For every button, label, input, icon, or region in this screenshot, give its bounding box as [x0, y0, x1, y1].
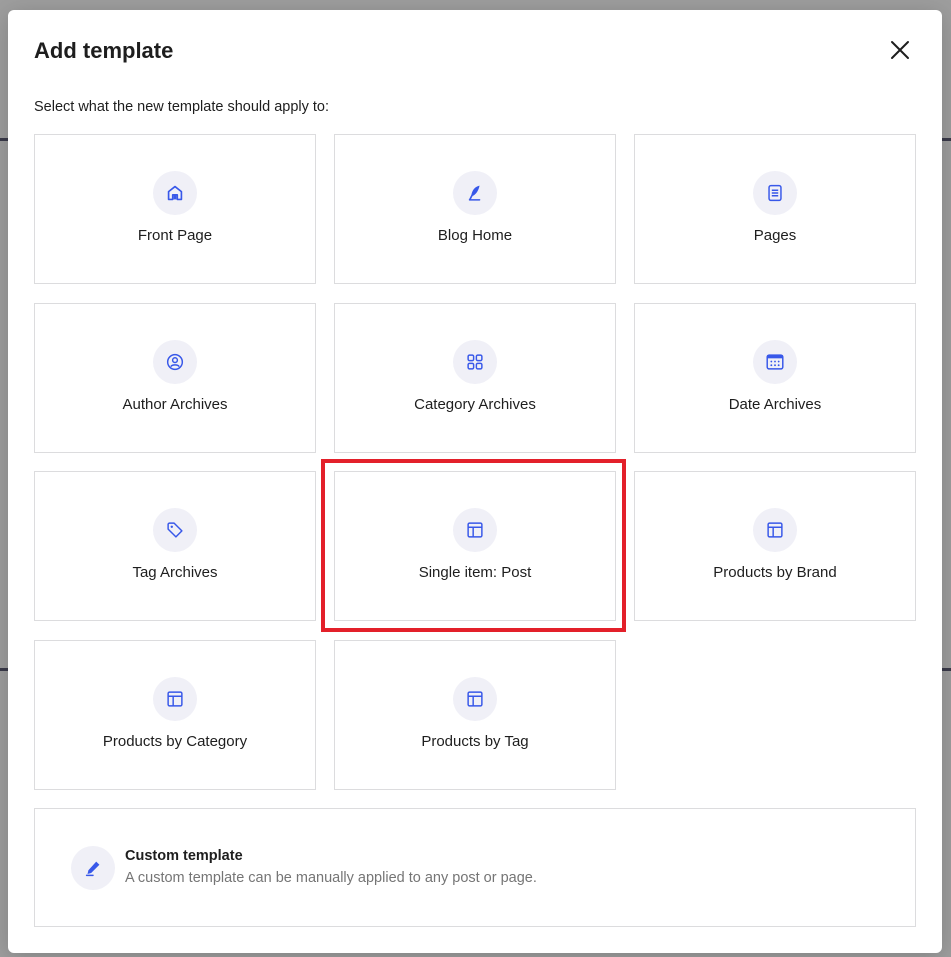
user-circle-icon — [166, 353, 184, 370]
icon-wrapper — [153, 339, 197, 384]
template-card-label: Tag Archives — [132, 564, 218, 581]
custom-template-description: A custom template can be manually applie… — [125, 870, 537, 886]
layout-icon — [467, 522, 483, 538]
icon-wrapper — [453, 508, 497, 552]
template-card-pages[interactable]: Pages — [634, 134, 916, 284]
custom-template-card[interactable]: Custom template A custom template can be… — [34, 808, 916, 927]
feather-icon — [468, 185, 481, 201]
custom-template-text: Custom template A custom template can be… — [125, 847, 537, 888]
modal-subtitle: Select what the new template should appl… — [34, 99, 330, 115]
layout-icon — [767, 522, 783, 538]
template-card-label: Author Archives — [122, 395, 228, 413]
layout-icon — [167, 690, 183, 707]
icon-wrapper — [453, 676, 497, 721]
icon-wrapper — [453, 171, 497, 215]
pencil-icon — [85, 861, 100, 876]
template-card-label: Date Archives — [728, 395, 822, 413]
icon-wrapper — [71, 845, 115, 890]
modal-title: Add template — [34, 38, 174, 63]
template-card-label: Pages — [753, 227, 797, 244]
template-card-author-archives[interactable]: Author Archives — [34, 302, 316, 453]
template-card-category-archives[interactable]: Category Archives — [334, 302, 616, 453]
template-card-label: Products by Category — [102, 732, 248, 750]
tag-icon — [167, 522, 183, 538]
close-button[interactable] — [888, 38, 912, 62]
icon-wrapper — [453, 339, 497, 384]
icon-wrapper — [753, 339, 797, 384]
grid-icon — [467, 353, 483, 370]
icon-wrapper — [753, 508, 797, 552]
template-card-label: Products by Brand — [713, 564, 837, 581]
background-strip — [942, 668, 951, 671]
icon-wrapper — [153, 508, 197, 552]
template-card-label: Category Archives — [414, 395, 536, 413]
home-icon — [167, 185, 183, 201]
custom-template-title: Custom template — [125, 848, 243, 864]
close-icon — [891, 41, 909, 59]
template-card-label: Blog Home — [437, 227, 513, 244]
template-card-date-archives[interactable]: Date Archives — [634, 302, 916, 453]
template-card-label: Front Page — [137, 227, 213, 244]
template-card-single-item-post[interactable]: Single item: Post — [334, 471, 616, 621]
icon-wrapper — [153, 171, 197, 215]
add-template-modal: Add template Select what the new templat… — [8, 10, 942, 953]
template-card-label: Products by Tag — [421, 732, 529, 750]
template-card-products-by-category[interactable]: Products by Category — [34, 639, 316, 790]
calendar-icon — [766, 353, 784, 370]
template-card-label: Single item: Post — [418, 564, 532, 581]
icon-wrapper — [153, 676, 197, 721]
template-card-products-by-brand[interactable]: Products by Brand — [634, 471, 916, 621]
icon-wrapper — [753, 171, 797, 215]
template-grid: Front Page Blog Home Pages Author Archiv… — [34, 134, 916, 790]
background-strip — [0, 668, 8, 671]
template-card-products-by-tag[interactable]: Products by Tag — [334, 639, 616, 790]
page-icon — [768, 184, 782, 202]
background-strip — [0, 138, 8, 141]
template-card-tag-archives[interactable]: Tag Archives — [34, 471, 316, 621]
template-card-front-page[interactable]: Front Page — [34, 134, 316, 284]
background-strip — [942, 138, 951, 141]
layout-icon — [467, 690, 483, 707]
template-card-blog-home[interactable]: Blog Home — [334, 134, 616, 284]
